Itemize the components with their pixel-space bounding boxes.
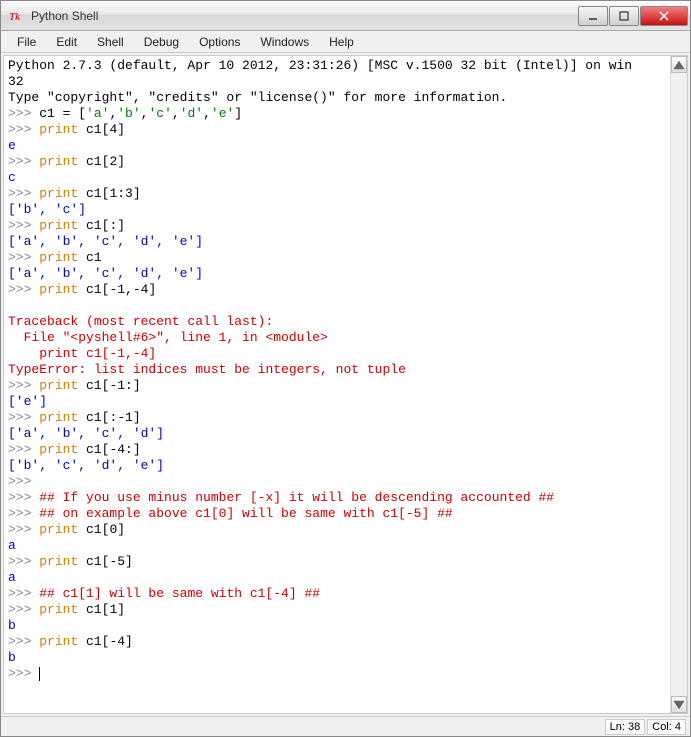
- comment-line: ## If you use minus number [-x] it will …: [39, 490, 554, 505]
- menu-file[interactable]: File: [7, 33, 46, 51]
- prompt: >>>: [8, 378, 31, 393]
- editor-area: Python 2.7.3 (default, Apr 10 2012, 23:3…: [3, 55, 688, 714]
- titlebar[interactable]: Tk Python Shell: [1, 1, 690, 31]
- keyword: print: [39, 154, 78, 169]
- keyword: print: [39, 282, 78, 297]
- prompt: >>>: [8, 122, 31, 137]
- input-rest: c1[1:3]: [78, 186, 140, 201]
- output: ['b', 'c', 'd', 'e']: [8, 458, 164, 473]
- prompt: >>>: [8, 634, 31, 649]
- prompt: >>>: [8, 554, 31, 569]
- keyword: print: [39, 122, 78, 137]
- output: c: [8, 170, 16, 185]
- text-cursor: [39, 667, 40, 681]
- keyword: print: [39, 250, 78, 265]
- banner-line: Python 2.7.3 (default, Apr 10 2012, 23:3…: [8, 58, 632, 73]
- menu-edit[interactable]: Edit: [46, 33, 87, 51]
- input-rest: c1[:]: [78, 218, 125, 233]
- input-rest: c1[-4]: [78, 634, 133, 649]
- prompt: >>>: [8, 106, 31, 121]
- keyword: print: [39, 522, 78, 537]
- output: e: [8, 138, 16, 153]
- scroll-up-button[interactable]: [671, 56, 687, 73]
- prompt: >>>: [8, 602, 31, 617]
- output: a: [8, 570, 16, 585]
- python-shell-window: Tk Python Shell File Edit Shell Debug Op…: [0, 0, 691, 737]
- window-controls: [577, 6, 688, 26]
- statusbar: Ln: 38 Col: 4: [1, 716, 690, 736]
- traceback-line: print c1[-1,-4]: [8, 346, 156, 361]
- traceback-line: File "<pyshell#6>", line 1, in <module>: [8, 330, 328, 345]
- input-line: c1 = ['a','b','c','d','e']: [39, 106, 242, 121]
- app-icon: Tk: [9, 8, 25, 24]
- status-col: Col: 4: [647, 719, 686, 735]
- keyword: print: [39, 634, 78, 649]
- keyword: print: [39, 218, 78, 233]
- keyword: print: [39, 378, 78, 393]
- input-rest: c1[-5]: [78, 554, 133, 569]
- prompt: >>>: [8, 154, 31, 169]
- input-rest: c1[-4:]: [78, 442, 140, 457]
- menu-debug[interactable]: Debug: [134, 33, 189, 51]
- output: ['a', 'b', 'c', 'd']: [8, 426, 164, 441]
- input-rest: c1[2]: [78, 154, 125, 169]
- menu-help[interactable]: Help: [319, 33, 364, 51]
- scrollbar-track[interactable]: [671, 73, 687, 696]
- comment-line: ## c1[1] will be same with c1[-4] ##: [39, 586, 320, 601]
- banner-line: Type "copyright", "credits" or "license(…: [8, 90, 507, 105]
- input-rest: c1[4]: [78, 122, 125, 137]
- svg-text:Tk: Tk: [9, 11, 21, 23]
- banner-line: 32: [8, 74, 24, 89]
- menu-shell[interactable]: Shell: [87, 33, 134, 51]
- input-rest: c1[-1,-4]: [78, 282, 156, 297]
- output: ['b', 'c']: [8, 202, 86, 217]
- prompt: >>>: [8, 586, 31, 601]
- prompt: >>>: [8, 522, 31, 537]
- prompt: >>>: [8, 490, 31, 505]
- traceback-line: TypeError: list indices must be integers…: [8, 362, 406, 377]
- keyword: print: [39, 186, 78, 201]
- output: ['a', 'b', 'c', 'd', 'e']: [8, 266, 203, 281]
- prompt: >>>: [8, 250, 31, 265]
- window-title: Python Shell: [31, 9, 577, 23]
- output: a: [8, 538, 16, 553]
- keyword: print: [39, 554, 78, 569]
- menu-options[interactable]: Options: [189, 33, 250, 51]
- input-rest: c1[-1:]: [78, 378, 140, 393]
- prompt: >>>: [8, 282, 31, 297]
- keyword: print: [39, 442, 78, 457]
- scroll-down-button[interactable]: [671, 696, 687, 713]
- close-button[interactable]: [640, 6, 688, 26]
- input-rest: c1: [78, 250, 101, 265]
- status-line: Ln: 38: [605, 719, 646, 735]
- prompt: >>>: [8, 410, 31, 425]
- minimize-button[interactable]: [578, 6, 608, 26]
- keyword: print: [39, 602, 78, 617]
- input-rest: c1[:-1]: [78, 410, 140, 425]
- maximize-button[interactable]: [609, 6, 639, 26]
- input-rest: c1[0]: [78, 522, 125, 537]
- prompt: >>>: [8, 474, 31, 489]
- traceback-line: Traceback (most recent call last):: [8, 314, 273, 329]
- output: ['a', 'b', 'c', 'd', 'e']: [8, 234, 203, 249]
- prompt: >>>: [8, 506, 31, 521]
- menu-windows[interactable]: Windows: [250, 33, 319, 51]
- shell-text[interactable]: Python 2.7.3 (default, Apr 10 2012, 23:3…: [4, 56, 669, 713]
- output: b: [8, 650, 16, 665]
- keyword: print: [39, 410, 78, 425]
- vertical-scrollbar[interactable]: [670, 56, 687, 713]
- output: b: [8, 618, 16, 633]
- prompt: >>>: [8, 186, 31, 201]
- comment-line: ## on example above c1[0] will be same w…: [39, 506, 452, 521]
- input-rest: c1[1]: [78, 602, 125, 617]
- menubar: File Edit Shell Debug Options Windows He…: [1, 31, 690, 53]
- prompt: >>>: [8, 666, 31, 681]
- output: ['e']: [8, 394, 47, 409]
- prompt: >>>: [8, 442, 31, 457]
- prompt: >>>: [8, 218, 31, 233]
